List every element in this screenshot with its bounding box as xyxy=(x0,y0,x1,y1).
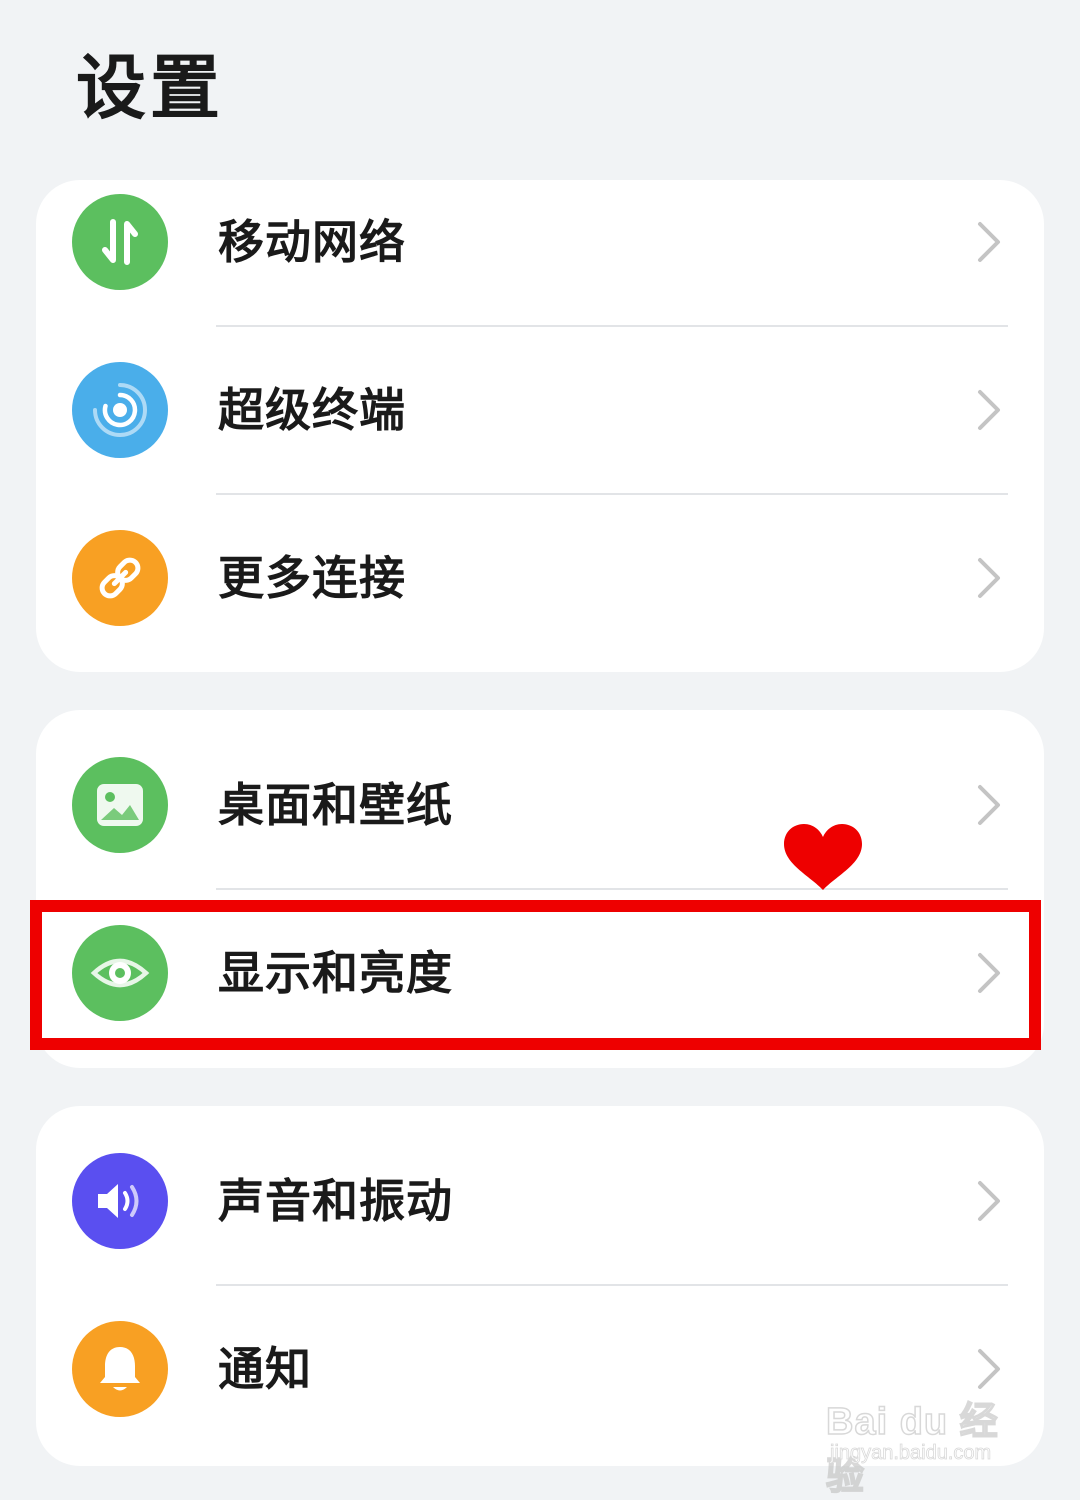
eye-icon xyxy=(72,925,168,1021)
settings-item-more-connections[interactable]: 更多连接 xyxy=(36,494,1044,662)
heart-icon xyxy=(784,824,862,890)
settings-item-label: 更多连接 xyxy=(218,551,406,605)
settings-item-label: 桌面和壁纸 xyxy=(218,778,453,832)
sound-icon xyxy=(72,1153,168,1249)
watermark: Bai du 经验 jingyan.baidu.com xyxy=(825,1376,1026,1499)
settings-item-label: 超级终端 xyxy=(218,383,406,437)
super-device-icon xyxy=(72,362,168,458)
settings-group-connectivity: 移动网络 超级终端 更多连接 xyxy=(36,180,1044,672)
mobile-data-icon xyxy=(72,194,168,290)
settings-item-label: 移动网络 xyxy=(218,215,406,269)
page-title: 设置 xyxy=(76,47,224,129)
settings-item-sound-vibration[interactable]: 声音和振动 xyxy=(36,1117,1044,1285)
settings-item-super-device[interactable]: 超级终端 xyxy=(36,326,1044,494)
watermark-url: jingyan.baidu.com xyxy=(830,1442,992,1465)
settings-item-display-brightness[interactable]: 显示和亮度 xyxy=(36,889,1044,1057)
chevron-right-icon xyxy=(978,953,1000,993)
settings-group-display: 桌面和壁纸 显示和亮度 xyxy=(36,710,1044,1068)
bell-icon xyxy=(72,1321,168,1417)
settings-item-label: 声音和振动 xyxy=(218,1174,453,1228)
chevron-right-icon xyxy=(978,785,1000,825)
settings-item-mobile-network[interactable]: 移动网络 xyxy=(36,180,1044,326)
chevron-right-icon xyxy=(978,222,1000,262)
wallpaper-icon xyxy=(72,757,168,853)
chevron-right-icon xyxy=(978,390,1000,430)
settings-item-desktop-wallpaper[interactable]: 桌面和壁纸 xyxy=(36,721,1044,889)
chevron-right-icon xyxy=(978,1181,1000,1221)
settings-item-label: 通知 xyxy=(218,1342,312,1396)
link-icon xyxy=(72,530,168,626)
chevron-right-icon xyxy=(978,558,1000,598)
settings-item-label: 显示和亮度 xyxy=(218,946,453,1000)
